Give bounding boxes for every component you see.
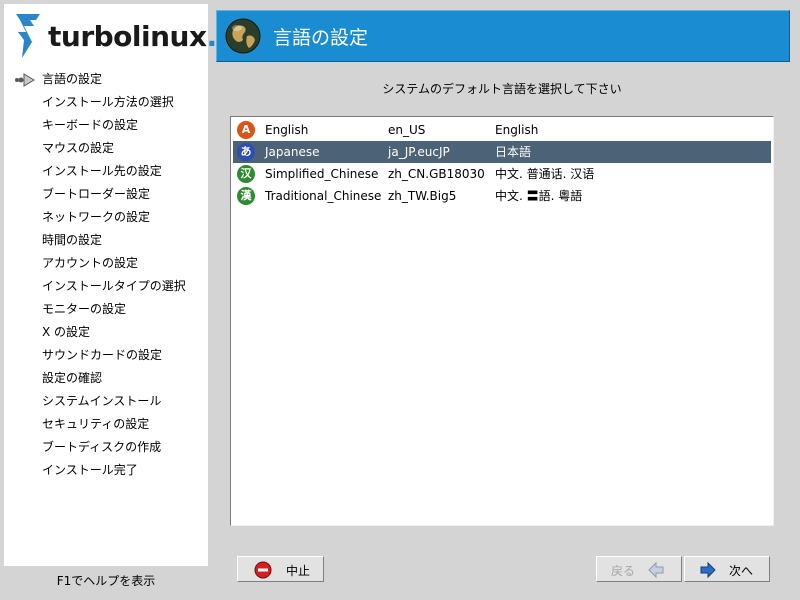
back-label: 戻る xyxy=(611,564,636,578)
install-step-label: インストール完了 xyxy=(42,463,138,477)
arrow-left-icon xyxy=(648,561,664,579)
turbolinux-bolt-icon xyxy=(16,14,40,58)
install-step-item: マウスの設定 xyxy=(4,137,208,160)
install-step-item: インストール方法の選択 xyxy=(4,91,208,114)
globe-icon xyxy=(225,18,261,54)
install-step-label: ブートディスクの作成 xyxy=(42,440,162,454)
install-step-item: ブートディスクの作成 xyxy=(4,436,208,459)
install-step-item: キーボードの設定 xyxy=(4,114,208,137)
install-step-label: ブートローダー設定 xyxy=(42,187,151,201)
stop-icon xyxy=(254,561,272,579)
language-name: Japanese xyxy=(265,145,320,159)
install-step-label: ネットワークの設定 xyxy=(42,210,151,224)
language-badge-icon: あ xyxy=(237,143,255,161)
locale-code: zh_TW.Big5 xyxy=(388,189,457,203)
language-name: English xyxy=(265,123,309,137)
install-step-item: 設定の確認 xyxy=(4,367,208,390)
install-step-item: X の設定 xyxy=(4,321,208,344)
native-name: 中文. 普通话. 汉语 xyxy=(495,167,595,181)
install-step-label: 設定の確認 xyxy=(42,371,103,385)
language-name: Simplified_Chinese xyxy=(265,167,379,181)
install-step-item: システムインストール xyxy=(4,390,208,413)
install-step-label: 言語の設定 xyxy=(42,72,103,86)
install-step-item: アカウントの設定 xyxy=(4,252,208,275)
locale-code: zh_CN.GB18030 xyxy=(388,167,485,181)
next-button[interactable]: 次へ xyxy=(684,556,770,582)
install-step-item: 時間の設定 xyxy=(4,229,208,252)
language-list[interactable]: A English en_US English あ Japanese ja_JP.eucJP… xyxy=(230,116,774,526)
native-name: English xyxy=(495,123,539,137)
locale-code: en_US xyxy=(388,123,426,137)
install-step-item: インストールタイプの選択 xyxy=(4,275,208,298)
install-step-label: X の設定 xyxy=(42,325,91,339)
arrow-right-icon xyxy=(700,561,716,579)
native-name: 中文. 〓語. 粵語 xyxy=(495,189,583,203)
language-badge-icon: A xyxy=(237,121,255,139)
install-step-label: インストール方法の選択 xyxy=(42,95,174,109)
install-step-item: 言語の設定 xyxy=(4,68,208,91)
current-step-arrow-icon xyxy=(15,73,35,87)
abort-button[interactable]: 中止 xyxy=(237,556,324,582)
install-step-label: キーボードの設定 xyxy=(42,118,139,132)
help-hint: F1でヘルプを表示 xyxy=(56,574,156,588)
next-label: 次へ xyxy=(729,564,754,578)
install-step-item: ブートローダー設定 xyxy=(4,183,208,206)
native-name: 日本語 xyxy=(495,145,532,159)
language-row-english[interactable]: A English en_US English xyxy=(233,119,771,141)
install-step-label: モニターの設定 xyxy=(42,302,127,316)
install-step-label: アカウントの設定 xyxy=(42,256,139,270)
abort-label: 中止 xyxy=(286,564,311,578)
install-step-item: ネットワークの設定 xyxy=(4,206,208,229)
turbolinux-logo: turbolinux. xyxy=(14,10,217,62)
install-step-item: インストール完了 xyxy=(4,459,208,482)
language-prompt: システムのデフォルト言語を選択して下さい xyxy=(382,82,622,96)
language-row-japanese[interactable]: あ Japanese ja_JP.eucJP 日本語 xyxy=(233,141,771,163)
page-header: 言語の設定 xyxy=(216,10,790,62)
install-step-item: セキュリティの設定 xyxy=(4,413,208,436)
install-step-label: サウンドカードの設定 xyxy=(42,348,163,362)
sidebar: turbolinux. 言語の設定インストール方法の選択 キーボードの設定 マウスの… xyxy=(4,4,217,566)
back-button[interactable]: 戻る xyxy=(596,556,682,582)
install-step-label: 時間の設定 xyxy=(42,233,103,247)
language-row-traditional_chinese[interactable]: 漢 Traditional_Chinese zh_TW.Big5 中文. 〓語. 粵語 xyxy=(233,185,771,207)
install-step-label: インストール先の設定 xyxy=(42,164,162,178)
install-step-item: サウンドカードの設定 xyxy=(4,344,208,367)
language-badge-icon: 汉 xyxy=(237,165,255,183)
install-step-item: モニターの設定 xyxy=(4,298,208,321)
language-name: Traditional_Chinese xyxy=(265,189,382,203)
locale-code: ja_JP.eucJP xyxy=(388,145,450,159)
install-step-label: マウスの設定 xyxy=(42,141,115,155)
install-step-item: インストール先の設定 xyxy=(4,160,208,183)
language-badge-icon: 漢 xyxy=(237,187,255,205)
install-steps-list: 言語の設定インストール方法の選択 キーボードの設定 マウスの設定インストール先の設定… xyxy=(4,68,208,482)
install-step-label: インストールタイプの選択 xyxy=(42,279,186,293)
page-title: 言語の設定 xyxy=(273,27,369,49)
language-row-simplified_chinese[interactable]: 汉 Simplified_Chinese zh_CN.GB18030 中文. 普通话.… xyxy=(233,163,771,185)
brand-name: turbolinux. xyxy=(48,20,217,53)
install-step-label: システムインストール xyxy=(42,394,162,408)
install-step-label: セキュリティの設定 xyxy=(42,417,150,431)
